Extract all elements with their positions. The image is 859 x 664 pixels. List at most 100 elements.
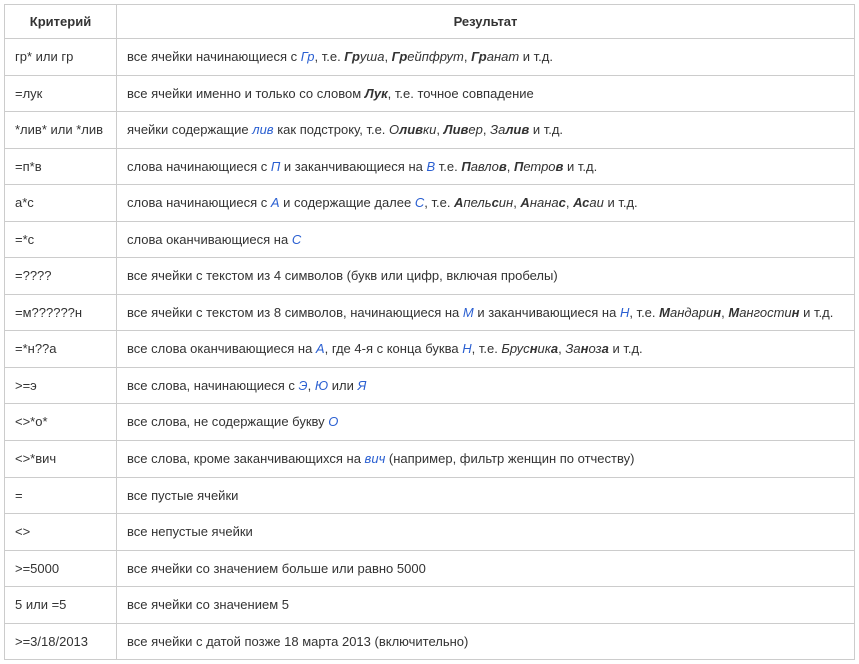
text-fragment: О xyxy=(328,414,338,429)
text-fragment: За xyxy=(565,341,580,356)
text-fragment: с xyxy=(559,195,566,210)
text-fragment: лив xyxy=(505,122,529,137)
text-fragment: и заканчивающиеся на xyxy=(280,159,426,174)
text-fragment: А xyxy=(316,341,325,356)
text-fragment: , т.е. точное совпадение xyxy=(388,86,534,101)
text-fragment: с xyxy=(492,195,499,210)
criterion-cell: >=3/18/2013 xyxy=(5,623,117,660)
result-cell: все ячейки со значением больше или равно… xyxy=(117,550,855,587)
text-fragment: Ас xyxy=(573,195,589,210)
criterion-cell: =*н??а xyxy=(5,331,117,368)
text-fragment: М xyxy=(463,305,474,320)
text-fragment: ер xyxy=(468,122,482,137)
text-fragment: А xyxy=(271,195,280,210)
table-row: =м??????нвсе ячейки с текстом из 8 симво… xyxy=(5,294,855,331)
text-fragment: С xyxy=(415,195,424,210)
text-fragment: , т.е. xyxy=(424,195,454,210)
text-fragment: , xyxy=(308,378,315,393)
criterion-cell: =п*в xyxy=(5,148,117,185)
criterion-cell: =лук xyxy=(5,75,117,112)
text-fragment: андари xyxy=(670,305,713,320)
table-row: <>*о* все слова, не содержащие букву О xyxy=(5,404,855,441)
text-fragment: лив xyxy=(399,122,423,137)
criterion-cell: а*с xyxy=(5,185,117,222)
text-fragment: А xyxy=(520,195,529,210)
text-fragment: и заканчивающиеся на xyxy=(474,305,620,320)
text-fragment: и т.д. xyxy=(800,305,834,320)
text-fragment: вич xyxy=(365,451,386,466)
table-row: гр* или грвсе ячейки начинающиеся с Гр, … xyxy=(5,39,855,76)
result-cell: все непустые ячейки xyxy=(117,514,855,551)
text-fragment: все пустые ячейки xyxy=(127,488,238,503)
text-fragment: , xyxy=(384,49,391,64)
table-row: =п*вслова начинающиеся с П и заканчивающ… xyxy=(5,148,855,185)
text-fragment: , xyxy=(507,159,514,174)
text-fragment: Н xyxy=(620,305,629,320)
text-fragment: аи xyxy=(589,195,603,210)
table-row: =лук все ячейки именно и только со словом… xyxy=(5,75,855,112)
text-fragment: П xyxy=(514,159,523,174)
text-fragment: В xyxy=(426,159,435,174)
result-cell: все ячейки с датой позже 18 марта 2013 (… xyxy=(117,623,855,660)
text-fragment: Э xyxy=(299,378,308,393)
text-fragment: (например, фильтр женщин по отчеству) xyxy=(385,451,634,466)
text-fragment: , т.е. xyxy=(314,49,344,64)
header-criterion: Критерий xyxy=(5,5,117,39)
criterion-cell: <>*о* xyxy=(5,404,117,441)
criterion-cell: 5 или =5 xyxy=(5,587,117,624)
text-fragment: все слова оканчивающиеся на xyxy=(127,341,316,356)
text-fragment: Брус xyxy=(501,341,529,356)
text-fragment: М xyxy=(659,305,670,320)
text-fragment: все ячейки со значением 5 xyxy=(127,597,289,612)
text-fragment: все ячейки именно и только со словом xyxy=(127,86,365,101)
text-fragment: Гр xyxy=(344,49,360,64)
result-cell: все слова, кроме заканчивающихся на вич … xyxy=(117,441,855,478)
text-fragment: За xyxy=(490,122,505,137)
text-fragment: оз xyxy=(588,341,601,356)
result-cell: все ячейки начинающиеся с Гр, т.е. Груша… xyxy=(117,39,855,76)
text-fragment: авло xyxy=(471,159,499,174)
text-fragment: и т.д. xyxy=(609,341,643,356)
text-fragment: все ячейки начинающиеся с xyxy=(127,49,301,64)
text-fragment: Лук xyxy=(365,86,388,101)
table-row: >=5000все ячейки со значением больше или… xyxy=(5,550,855,587)
table-row: 5 или =5 все ячейки со значением 5 xyxy=(5,587,855,624)
text-fragment: н xyxy=(792,305,800,320)
criterion-cell: =*с xyxy=(5,221,117,258)
text-fragment: Я xyxy=(357,378,366,393)
text-fragment: П xyxy=(461,159,470,174)
criterion-cell: = xyxy=(5,477,117,514)
text-fragment: , xyxy=(436,122,443,137)
text-fragment: , xyxy=(566,195,573,210)
text-fragment: все слова, не содержащие букву xyxy=(127,414,328,429)
table-row: *лив* или *ливячейки содержащие лив как … xyxy=(5,112,855,149)
text-fragment: н xyxy=(530,341,538,356)
text-fragment: ин xyxy=(499,195,513,210)
text-fragment: О xyxy=(389,122,399,137)
text-fragment: н xyxy=(713,305,721,320)
text-fragment: П xyxy=(271,159,280,174)
text-fragment: , xyxy=(483,122,490,137)
text-fragment: Лив xyxy=(444,122,469,137)
result-cell: слова начинающиеся с П и заканчивающиеся… xyxy=(117,148,855,185)
table-row: =*сслова оканчивающиеся на С xyxy=(5,221,855,258)
text-fragment: , т.е. xyxy=(629,305,659,320)
text-fragment: ангости xyxy=(739,305,791,320)
result-cell: все ячейки с текстом из 8 символов, начи… xyxy=(117,294,855,331)
table-row: <>*вичвсе слова, кроме заканчивающихся н… xyxy=(5,441,855,478)
text-fragment: и т.д. xyxy=(519,49,553,64)
text-fragment: как подстроку, т.е. xyxy=(274,122,389,137)
table-row: = все пустые ячейки xyxy=(5,477,855,514)
text-fragment: и т.д. xyxy=(563,159,597,174)
table-row: >=3/18/2013все ячейки с датой позже 18 м… xyxy=(5,623,855,660)
table-row: >=эвсе слова, начинающиеся с Э, Ю или Я xyxy=(5,367,855,404)
criterion-cell: >=5000 xyxy=(5,550,117,587)
text-fragment: етро xyxy=(523,159,555,174)
text-fragment: , где 4-я с конца буква xyxy=(325,341,463,356)
text-fragment: слова оканчивающиеся на xyxy=(127,232,292,247)
text-fragment: и т.д. xyxy=(604,195,638,210)
text-fragment: все непустые ячейки xyxy=(127,524,253,539)
text-fragment: С xyxy=(292,232,301,247)
header-result: Результат xyxy=(117,5,855,39)
result-cell: слова оканчивающиеся на С xyxy=(117,221,855,258)
